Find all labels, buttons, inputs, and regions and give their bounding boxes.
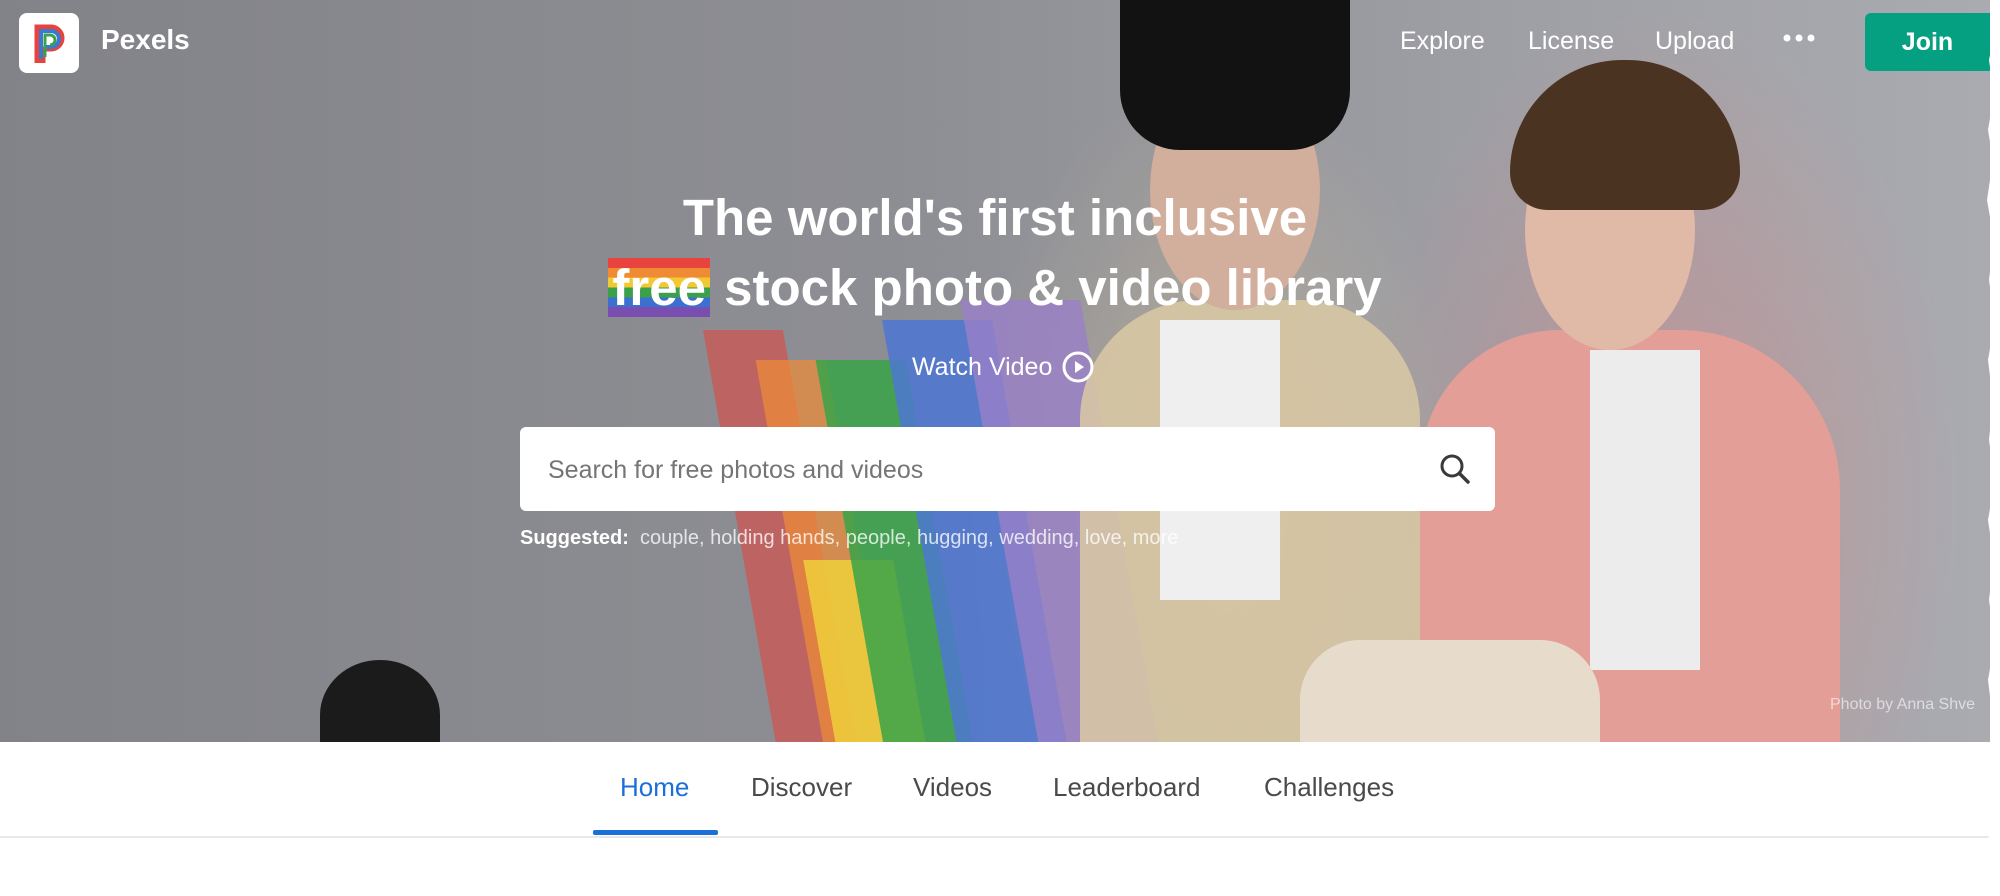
nav-upload-link[interactable]: Upload: [1655, 27, 1734, 56]
search-icon[interactable]: [1435, 449, 1475, 489]
suggestion-link[interactable]: wedding: [999, 527, 1074, 549]
nav-explore-link[interactable]: Explore: [1400, 27, 1485, 56]
tab-home[interactable]: Home: [620, 772, 689, 803]
torn-edge: [1987, 0, 2000, 896]
pexels-logo[interactable]: [19, 13, 79, 73]
tab-discover[interactable]: Discover: [751, 772, 852, 803]
suggested-searches: Suggested: couple, holding hands, people…: [520, 527, 1179, 549]
search-bar: [520, 427, 1495, 513]
suggested-label: Suggested:: [520, 527, 629, 549]
tab-videos[interactable]: Videos: [913, 772, 992, 803]
nav-license-link[interactable]: License: [1528, 27, 1614, 56]
suggestion-more-link[interactable]: more: [1133, 527, 1179, 549]
hero-headline-line1: The world's first inclusive: [682, 189, 1308, 246]
hero-headline-line2-text: stock photo & video library: [709, 259, 1382, 316]
top-nav: Pexels Explore License Upload Join: [0, 0, 1990, 88]
suggestion-link[interactable]: love: [1085, 527, 1122, 549]
play-circle-icon: [1062, 351, 1094, 383]
tab-leaderboard[interactable]: Leaderboard: [1053, 772, 1200, 803]
brand-name[interactable]: Pexels: [101, 24, 190, 56]
join-button[interactable]: Join: [1865, 13, 1990, 71]
hero-banner: Pexels Explore License Upload Join The w…: [0, 0, 1990, 742]
watch-video-label: Watch Video: [912, 352, 1053, 381]
suggestion-link[interactable]: couple: [640, 527, 699, 549]
more-horizontal-icon[interactable]: [1782, 28, 1816, 48]
hero-headline-line2: free stock photo & video library: [0, 258, 1990, 317]
bottom-cutoff: [0, 880, 2000, 896]
suggestion-link[interactable]: holding hands: [710, 527, 835, 549]
tab-challenges[interactable]: Challenges: [1264, 772, 1394, 803]
suggestion-link[interactable]: hugging: [917, 527, 988, 549]
free-rainbow-word: free: [608, 258, 710, 317]
main-tabs: Home Discover Videos Leaderboard Challen…: [0, 742, 1990, 838]
active-tab-indicator: [593, 830, 718, 835]
photo-credit[interactable]: Photo by Anna Shve: [1830, 696, 1975, 714]
suggestion-link[interactable]: people: [846, 527, 906, 549]
watch-video-link[interactable]: Watch Video: [912, 351, 1094, 383]
pexels-logo-icon: [34, 24, 65, 63]
search-input[interactable]: [546, 427, 1410, 513]
